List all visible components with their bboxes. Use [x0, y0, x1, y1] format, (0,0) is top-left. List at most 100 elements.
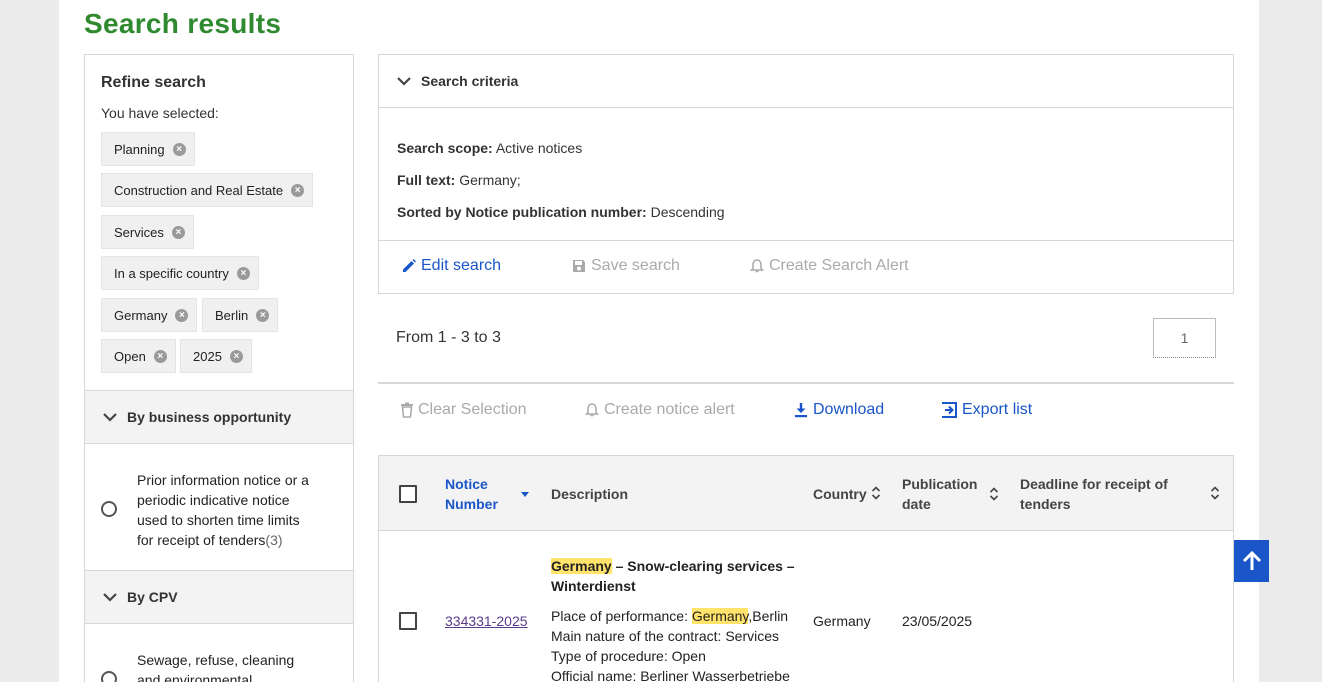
sort-icon[interactable]	[1210, 485, 1220, 501]
search-criteria-panel: Search criteria Search scope: Active not…	[378, 54, 1234, 294]
create-search-alert-label: Create Search Alert	[769, 257, 909, 274]
edit-search-label: Edit search	[421, 257, 502, 274]
criteria-label: Full text:	[397, 172, 456, 188]
page-container: Search results Refine search You have se…	[59, 0, 1259, 682]
notice-title[interactable]: Germany – Snow-clearing services – Winte…	[551, 556, 801, 596]
pencil-icon	[403, 259, 416, 272]
create-search-alert-button[interactable]: Create Search Alert	[749, 257, 909, 275]
procedure-type: Type of procedure: Open	[551, 648, 706, 664]
criteria-value: Descending	[650, 204, 725, 220]
chip-label: 2025	[193, 348, 222, 364]
column-description: Description	[551, 486, 629, 502]
export-list-label: Export list	[962, 401, 1033, 418]
facet-option-label: Prior information notice or a periodic i…	[137, 470, 317, 550]
column-publication-date[interactable]: Publication date	[902, 474, 982, 514]
refine-title: Refine search	[101, 74, 206, 91]
remove-chip-icon[interactable]: ×	[236, 266, 250, 280]
select-all-checkbox[interactable]	[399, 485, 417, 503]
arrow-up-icon	[1242, 550, 1261, 570]
refine-panel: Refine search You have selected: Plannin…	[84, 54, 354, 682]
search-highlight: Germany	[691, 608, 749, 624]
divider	[378, 382, 1234, 384]
criteria-label: Sorted by Notice publication number:	[397, 204, 647, 220]
facet-option[interactable]: Sewage, refuse, cleaning and environment…	[85, 624, 353, 682]
chip-label: Berlin	[215, 307, 249, 323]
remove-chip-icon[interactable]: ×	[256, 308, 270, 322]
save-search-label: Save search	[591, 257, 680, 274]
criteria-sort: Sorted by Notice publication number: Des…	[397, 204, 725, 220]
filter-chip[interactable]: Services ×	[101, 215, 194, 249]
save-icon	[573, 260, 585, 272]
filter-chip[interactable]: 2025 ×	[180, 339, 252, 373]
chevron-down-icon	[103, 410, 117, 424]
export-list-button[interactable]: Export list	[941, 401, 1032, 419]
page-title: Search results	[84, 8, 282, 39]
notice-number-link[interactable]: 334331-2025	[445, 611, 528, 631]
bell-icon	[749, 259, 765, 273]
edit-search-button[interactable]: Edit search	[401, 257, 501, 275]
page-number-input[interactable]: 1	[1153, 318, 1216, 358]
table-header: Notice Number Description Country Public…	[379, 456, 1233, 531]
facet-title: By CPV	[127, 589, 178, 605]
sort-icon[interactable]	[871, 485, 881, 501]
filter-chip[interactable]: Germany ×	[101, 298, 198, 332]
chevron-down-icon	[103, 590, 117, 604]
criteria-label: Search scope:	[397, 140, 493, 156]
trash-icon	[401, 402, 413, 418]
remove-chip-icon[interactable]: ×	[171, 225, 185, 239]
results-table: Notice Number Description Country Public…	[378, 455, 1234, 682]
download-label: Download	[813, 401, 885, 418]
create-notice-alert-label: Create notice alert	[604, 401, 735, 418]
option-count: (3)	[265, 532, 283, 548]
chip-label: Construction and Real Estate	[114, 182, 284, 198]
notice-country: Germany	[813, 613, 871, 629]
sort-desc-icon[interactable]	[520, 487, 530, 503]
filter-chip[interactable]: Construction and Real Estate ×	[101, 173, 314, 207]
radio-button[interactable]	[101, 501, 117, 517]
sort-icon[interactable]	[989, 486, 999, 502]
selected-label: You have selected:	[101, 105, 219, 121]
radio-button[interactable]	[101, 671, 117, 682]
facet-option-label: Sewage, refuse, cleaning and environment…	[137, 652, 295, 682]
row-checkbox[interactable]	[399, 612, 417, 630]
clear-selection-button[interactable]: Clear Selection	[400, 401, 527, 419]
criteria-value: Germany;	[459, 172, 521, 188]
remove-chip-icon[interactable]: ×	[153, 349, 167, 363]
filter-chip[interactable]: Open ×	[101, 339, 176, 373]
filter-chip[interactable]: Planning ×	[101, 132, 195, 166]
search-criteria-toggle[interactable]: Search criteria	[379, 55, 1233, 108]
column-notice-number[interactable]: Notice Number	[445, 474, 515, 514]
column-deadline[interactable]: Deadline for receipt of tenders	[1020, 474, 1190, 514]
search-highlight: Germany	[551, 558, 612, 574]
back-to-top-button[interactable]	[1234, 540, 1269, 582]
facet-title: By business opportunity	[127, 409, 292, 425]
results-count: From 1 - 3 to 3	[396, 329, 501, 346]
create-notice-alert-button[interactable]: Create notice alert	[584, 401, 735, 419]
filter-chip[interactable]: Berlin ×	[202, 298, 279, 332]
facet-business-opportunity[interactable]: By business opportunity	[85, 390, 353, 444]
export-icon	[942, 402, 957, 418]
place-label: Place of performance:	[551, 608, 692, 624]
chip-label: Planning	[114, 141, 165, 157]
bell-icon	[584, 403, 600, 417]
place-rest: ,Berlin	[748, 608, 789, 624]
official-name: Official name: Berliner Wasserbetriebe	[551, 668, 790, 682]
chevron-down-icon	[397, 74, 411, 88]
chip-label: Germany	[114, 307, 168, 323]
place-of-performance: Place of performance: Germany,Berlin	[551, 606, 801, 626]
download-button[interactable]: Download	[793, 401, 884, 419]
remove-chip-icon[interactable]: ×	[175, 308, 189, 322]
remove-chip-icon[interactable]: ×	[291, 183, 305, 197]
facet-cpv[interactable]: By CPV	[85, 570, 353, 624]
option-text: Prior information notice or a periodic i…	[137, 472, 309, 548]
save-search-button[interactable]: Save search	[571, 257, 680, 275]
remove-chip-icon[interactable]: ×	[229, 349, 243, 363]
criteria-value: Active notices	[495, 140, 583, 156]
filter-chip[interactable]: In a specific country ×	[101, 256, 259, 290]
notice-publication-date: 23/05/2025	[902, 613, 973, 629]
remove-chip-icon[interactable]: ×	[172, 142, 186, 156]
column-country[interactable]: Country	[813, 484, 867, 504]
notice-number[interactable]: 334331-2025	[445, 613, 528, 629]
criteria-fulltext: Full text: Germany;	[397, 172, 521, 188]
facet-option[interactable]: Prior information notice or a periodic i…	[85, 444, 353, 570]
